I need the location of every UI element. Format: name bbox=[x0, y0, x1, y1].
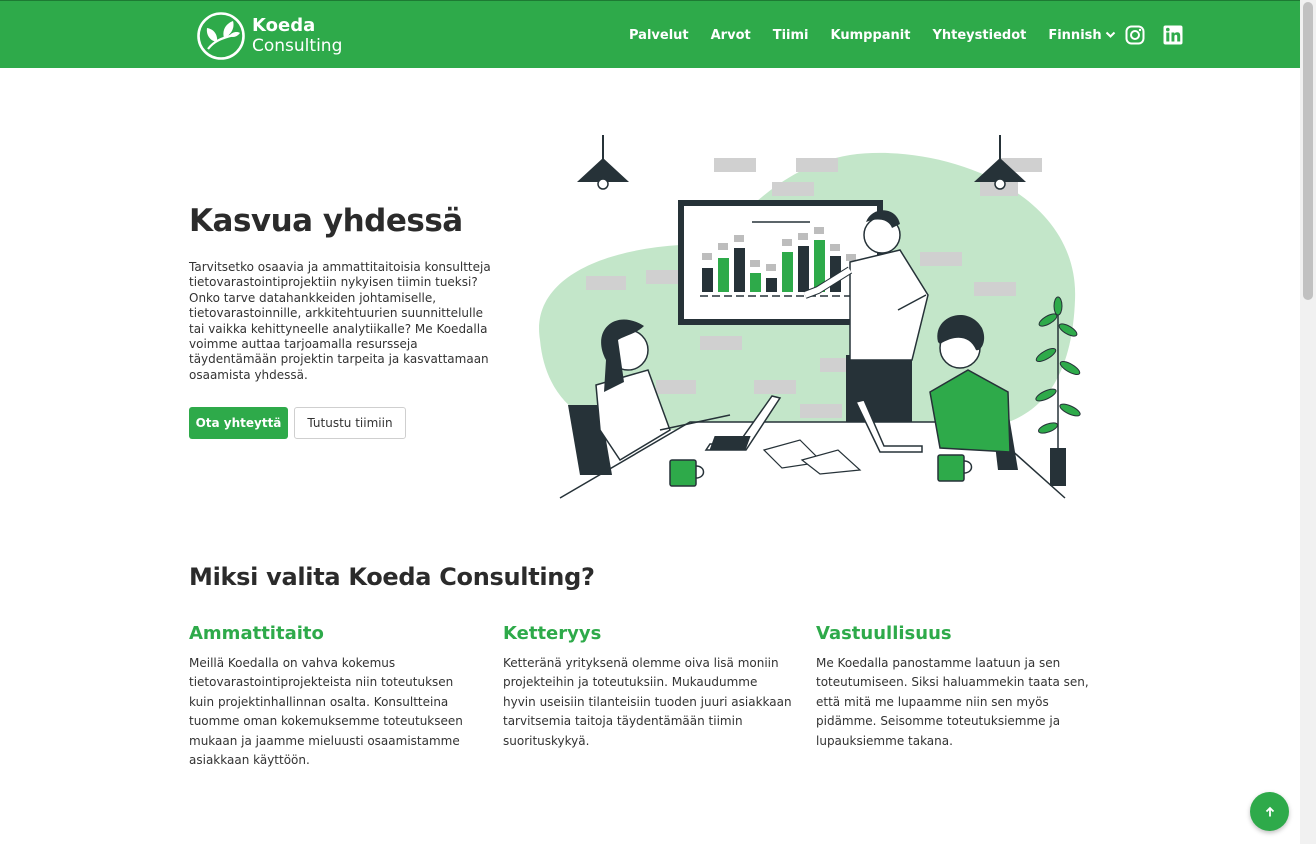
arrow-up-icon bbox=[1265, 806, 1274, 816]
feature-ammattitaito: Ammattitaito Meillä Koedalla on vahva ko… bbox=[189, 622, 479, 770]
chevron-down-icon bbox=[1105, 31, 1115, 38]
feature-text: Meillä Koedalla on vahva kokemus tietova… bbox=[189, 656, 463, 768]
main-nav: Palvelut Arvot Tiimi Kumppanit Yhteystie… bbox=[629, 25, 1183, 45]
nav-item-kumppanit[interactable]: Kumppanit bbox=[831, 28, 911, 43]
feature-text: Me Koedalla panostamme laatuun ja sen to… bbox=[816, 656, 1089, 748]
meet-team-button[interactable]: Tutustu tiimiin bbox=[294, 407, 406, 439]
hero-description: Tarvitsetko osaavia ja ammattitaitoisia … bbox=[189, 260, 491, 382]
team-meeting-illustration bbox=[539, 135, 1081, 499]
language-label: Finnish bbox=[1048, 27, 1102, 43]
feature-ketteryys: Ketteryys Ketteränä yrityksenä olemme oi… bbox=[503, 622, 793, 751]
instagram-icon[interactable] bbox=[1125, 25, 1145, 45]
why-section-title: Miksi valita Koeda Consulting? bbox=[189, 563, 595, 591]
scrollbar-thumb[interactable] bbox=[1303, 2, 1313, 300]
language-selector[interactable]: Finnish bbox=[1048, 28, 1115, 43]
navbar: Koeda Consulting Palvelut Arvot Tiimi Ku… bbox=[0, 0, 1300, 68]
hero-title: Kasvua yhdessä bbox=[189, 203, 463, 239]
brand-name-line2: Consulting bbox=[252, 36, 343, 56]
nav-item-arvot[interactable]: Arvot bbox=[711, 28, 751, 43]
feature-vastuullisuus: Vastuullisuus Me Koedalla panostamme laa… bbox=[816, 622, 1106, 751]
leaf-logo-icon bbox=[197, 12, 245, 60]
nav-item-palvelut[interactable]: Palvelut bbox=[629, 28, 689, 43]
nav-item-tiimi[interactable]: Tiimi bbox=[773, 28, 809, 43]
contact-button[interactable]: Ota yhteyttä bbox=[189, 407, 288, 439]
feature-title: Ammattitaito bbox=[189, 623, 324, 644]
feature-title: Vastuullisuus bbox=[816, 623, 952, 644]
nav-item-yhteystiedot[interactable]: Yhteystiedot bbox=[932, 28, 1026, 43]
feature-title: Ketteryys bbox=[503, 623, 602, 644]
scrollbar[interactable] bbox=[1300, 0, 1316, 844]
back-to-top-button[interactable] bbox=[1250, 792, 1289, 831]
brand-logo[interactable]: Koeda Consulting bbox=[196, 11, 342, 61]
brand-name-line1: Koeda bbox=[252, 15, 316, 36]
feature-text: Ketteränä yrityksenä olemme oiva lisä mo… bbox=[503, 656, 792, 748]
linkedin-icon[interactable] bbox=[1163, 25, 1183, 45]
brand-name: Koeda Consulting bbox=[252, 15, 343, 57]
